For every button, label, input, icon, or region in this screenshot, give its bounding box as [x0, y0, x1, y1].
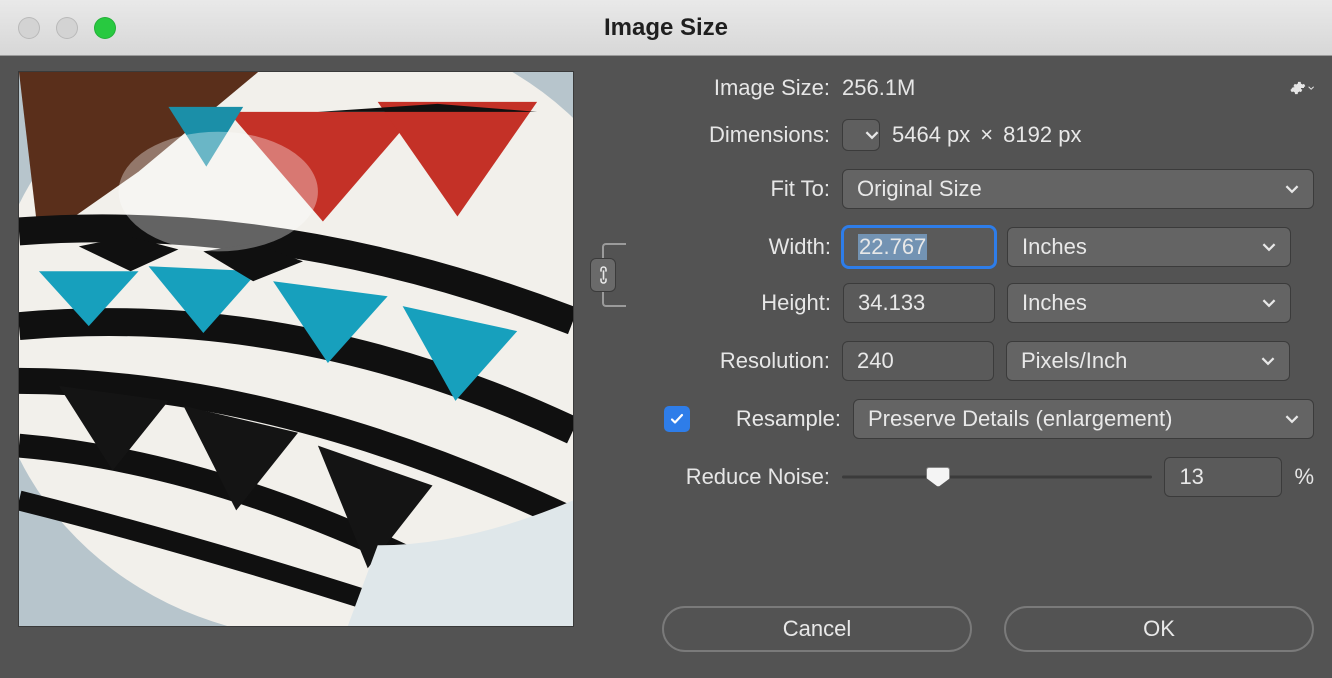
label-dimensions: Dimensions:	[596, 122, 830, 148]
ok-label: OK	[1143, 616, 1175, 642]
row-width: Width: 22.767 Inches	[656, 227, 1314, 267]
row-dimensions: Dimensions: 5464 px × 8192 px	[596, 119, 1314, 151]
height-value: 34.133	[858, 290, 925, 316]
dialog-content: Image Size: 256.1M Dimensions: 5464 px ×…	[0, 56, 1332, 678]
width-unit-select[interactable]: Inches	[1007, 227, 1291, 267]
percent-sign: %	[1294, 464, 1314, 490]
link-icon	[597, 266, 609, 284]
label-resample: Resample:	[702, 406, 841, 432]
resample-checkbox[interactable]	[664, 406, 690, 432]
reduce-noise-value: 13	[1179, 464, 1203, 490]
resample-method-select[interactable]: Preserve Details (enlargement)	[853, 399, 1314, 439]
label-height: Height:	[656, 290, 831, 316]
label-reduce-noise: Reduce Noise:	[596, 464, 830, 490]
dimensions-value: 5464 px × 8192 px	[892, 122, 1081, 148]
reduce-noise-slider[interactable]	[842, 463, 1152, 491]
row-fit-to: Fit To: Original Size	[596, 169, 1314, 209]
height-unit-value: Inches	[1022, 290, 1087, 316]
dimensions-times: ×	[980, 122, 993, 148]
titlebar: Image Size	[0, 0, 1332, 56]
link-wrap	[596, 227, 656, 323]
fit-to-value: Original Size	[857, 176, 982, 202]
dimensions-unit-dropdown[interactable]	[842, 119, 880, 151]
row-resample: Resample: Preserve Details (enlargement)	[596, 399, 1314, 439]
label-fit-to: Fit To:	[596, 176, 830, 202]
resolution-input[interactable]: 240	[842, 341, 994, 381]
slider-thumb[interactable]	[926, 467, 950, 487]
cancel-button[interactable]: Cancel	[662, 606, 972, 652]
ok-button[interactable]: OK	[1004, 606, 1314, 652]
image-size-value: 256.1M	[842, 75, 915, 101]
preview-image	[19, 72, 573, 626]
window-title: Image Size	[0, 14, 1332, 42]
label-resolution: Resolution:	[596, 348, 830, 374]
height-input[interactable]: 34.133	[843, 283, 995, 323]
resolution-unit-value: Pixels/Inch	[1021, 348, 1127, 374]
height-unit-select[interactable]: Inches	[1007, 283, 1291, 323]
chevron-down-icon	[1262, 240, 1276, 254]
button-row: Cancel OK	[596, 606, 1314, 660]
form: Image Size: 256.1M Dimensions: 5464 px ×…	[596, 71, 1314, 660]
chevron-down-icon	[1262, 296, 1276, 310]
gear-icon	[1290, 78, 1306, 98]
label-width: Width:	[656, 234, 831, 260]
chevron-down-icon	[1285, 182, 1299, 196]
resolution-value: 240	[857, 348, 894, 374]
dimensions-height: 8192 px	[1003, 122, 1081, 148]
resolution-unit-select[interactable]: Pixels/Inch	[1006, 341, 1290, 381]
row-height: Height: 34.133 Inches	[656, 283, 1314, 323]
width-unit-value: Inches	[1022, 234, 1087, 260]
chevron-down-icon	[1261, 354, 1275, 368]
width-value: 22.767	[858, 234, 927, 260]
settings-menu-button[interactable]	[1290, 76, 1314, 100]
row-reduce-noise: Reduce Noise: 13 %	[596, 457, 1314, 497]
constrain-proportions-toggle[interactable]	[590, 258, 616, 292]
chevron-down-icon	[1285, 412, 1299, 426]
preview[interactable]	[18, 71, 574, 627]
reduce-noise-input[interactable]: 13	[1164, 457, 1282, 497]
width-height-block: Width: 22.767 Inches Height: 34.133	[596, 227, 1314, 323]
row-resolution: Resolution: 240 Pixels/Inch	[596, 341, 1314, 381]
slider-track	[842, 476, 1152, 479]
check-icon	[669, 411, 685, 427]
fit-to-select[interactable]: Original Size	[842, 169, 1314, 209]
resample-method-value: Preserve Details (enlargement)	[868, 406, 1172, 432]
dimensions-width: 5464 px	[892, 122, 970, 148]
row-image-size: Image Size: 256.1M	[596, 75, 1314, 101]
chevron-down-icon	[1308, 84, 1314, 92]
label-image-size: Image Size:	[596, 75, 830, 101]
chevron-down-icon	[865, 128, 879, 142]
width-input[interactable]: 22.767	[843, 227, 995, 267]
cancel-label: Cancel	[783, 616, 851, 642]
